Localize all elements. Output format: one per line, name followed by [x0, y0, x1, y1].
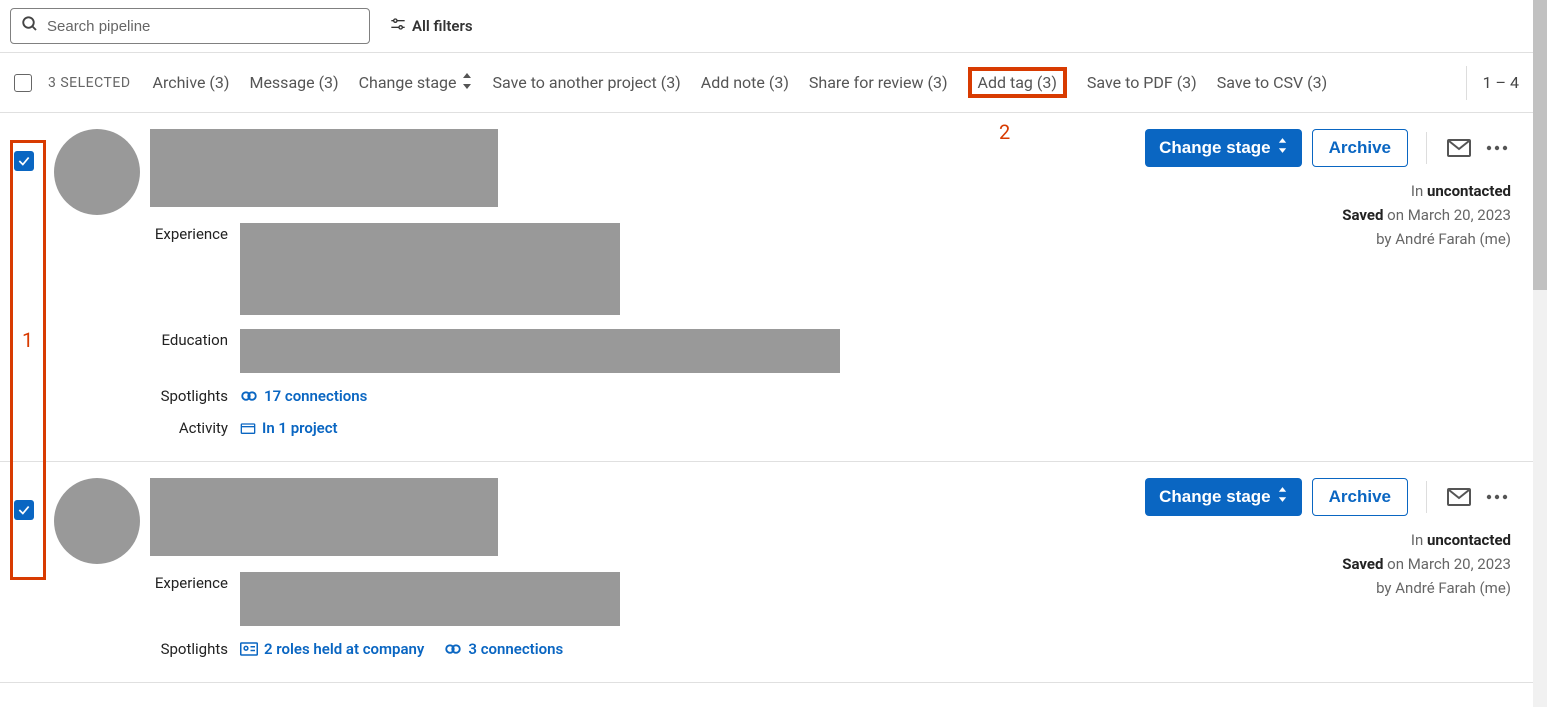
change-stage-action[interactable]: Change stage	[359, 73, 473, 93]
change-stage-button[interactable]: Change stage	[1145, 478, 1301, 516]
all-filters-label: All filters	[412, 17, 473, 35]
change-stage-btn-label: Change stage	[1159, 487, 1270, 507]
mail-icon-button[interactable]	[1445, 137, 1473, 159]
up-down-icon	[1277, 487, 1288, 507]
avatar[interactable]	[54, 129, 140, 215]
save-pdf-action[interactable]: Save to PDF (3)	[1087, 73, 1197, 92]
row-actions: Change stage Archive	[1145, 478, 1511, 516]
annotation-number-1: 1	[22, 328, 33, 352]
folder-icon	[240, 421, 256, 435]
more-icon-button[interactable]	[1483, 137, 1511, 159]
add-note-action[interactable]: Add note (3)	[701, 73, 789, 92]
search-icon	[21, 15, 39, 37]
search-box[interactable]	[10, 8, 370, 44]
result-range: 1 – 4	[1483, 73, 1519, 92]
row-checkbox[interactable]	[14, 500, 34, 520]
connections-text: 3 connections	[468, 640, 563, 658]
connections-icon	[444, 643, 462, 655]
change-stage-label: Change stage	[359, 73, 457, 92]
row-actions: Change stage Archive	[1145, 129, 1511, 167]
row-checkbox[interactable]	[14, 151, 34, 171]
change-stage-button[interactable]: Change stage	[1145, 129, 1301, 167]
redacted-name-block	[150, 478, 498, 556]
up-down-icon	[461, 73, 473, 93]
avatar[interactable]	[54, 478, 140, 564]
top-row: All filters	[0, 0, 1533, 53]
up-down-icon	[1277, 138, 1288, 158]
share-review-action[interactable]: Share for review (3)	[809, 73, 948, 92]
experience-label: Experience	[150, 223, 240, 243]
change-stage-btn-label: Change stage	[1159, 138, 1270, 158]
redacted-experience	[240, 572, 620, 626]
row-meta: In uncontacted Saved on March 20, 2023 b…	[1342, 528, 1511, 600]
divider	[1426, 132, 1427, 164]
redacted-name-block	[150, 129, 498, 207]
connections-icon	[240, 390, 258, 402]
archive-action[interactable]: Archive (3)	[153, 73, 230, 92]
connections-link[interactable]: 17 connections	[240, 387, 367, 405]
activity-label: Activity	[150, 419, 240, 437]
experience-label: Experience	[150, 572, 240, 592]
more-icon-button[interactable]	[1483, 486, 1511, 508]
scrollbar-thumb[interactable]	[1533, 0, 1547, 290]
row-meta: In uncontacted Saved on March 20, 2023 b…	[1342, 179, 1511, 251]
spotlights-label: Spotlights	[150, 640, 240, 658]
education-label: Education	[150, 329, 240, 349]
redacted-education	[240, 329, 840, 373]
candidate-row: Experience Education Spotlights 17 co	[0, 113, 1533, 462]
save-csv-action[interactable]: Save to CSV (3)	[1217, 73, 1327, 92]
roles-link[interactable]: 2 roles held at company	[240, 640, 424, 658]
roles-text: 2 roles held at company	[264, 640, 424, 658]
selected-count: 3 SELECTED	[48, 75, 131, 91]
sliders-icon	[390, 17, 406, 35]
action-bar: 3 SELECTED Archive (3) Message (3) Chang…	[0, 53, 1533, 113]
add-tag-action[interactable]: Add tag (3)	[968, 67, 1067, 98]
connections-link[interactable]: 3 connections	[444, 640, 563, 658]
project-link[interactable]: In 1 project	[240, 419, 338, 437]
search-input[interactable]	[47, 18, 359, 35]
mail-icon-button[interactable]	[1445, 486, 1473, 508]
archive-button[interactable]: Archive	[1312, 478, 1408, 516]
id-card-icon	[240, 642, 258, 656]
select-all-checkbox[interactable]	[14, 74, 32, 92]
save-another-project-action[interactable]: Save to another project (3)	[493, 73, 681, 92]
archive-button[interactable]: Archive	[1312, 129, 1408, 167]
connections-text: 17 connections	[264, 387, 367, 405]
candidate-list: Experience Education Spotlights 17 co	[0, 113, 1533, 683]
candidate-row: Experience Spotlights 2 roles held at co…	[0, 462, 1533, 683]
spotlights-label: Spotlights	[150, 387, 240, 405]
vertical-scrollbar[interactable]	[1533, 0, 1547, 707]
divider	[1426, 481, 1427, 513]
project-text: In 1 project	[262, 419, 338, 437]
message-action[interactable]: Message (3)	[249, 73, 338, 92]
redacted-experience	[240, 223, 620, 315]
divider	[1466, 66, 1467, 100]
annotation-number-2: 2	[999, 120, 1010, 144]
all-filters-button[interactable]: All filters	[390, 17, 473, 35]
